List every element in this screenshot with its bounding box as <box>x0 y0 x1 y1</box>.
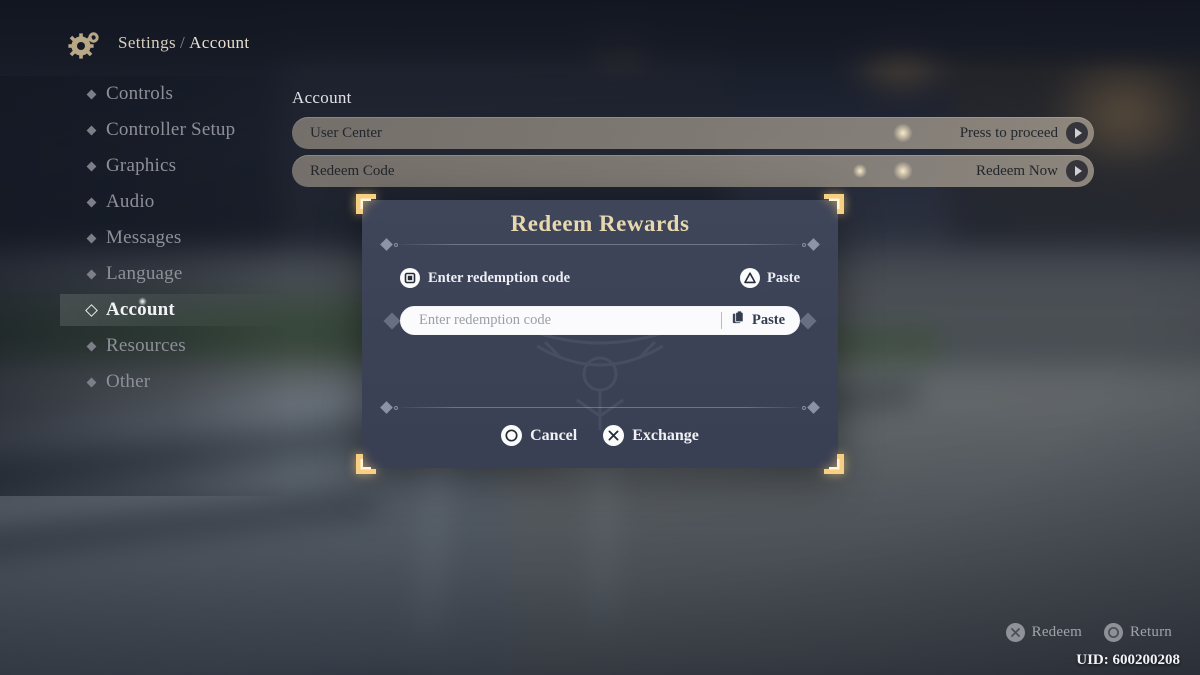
row-label: Redeem Code <box>310 162 395 179</box>
top-bar: Settings / Account <box>0 0 1200 72</box>
paste-hint[interactable]: Paste <box>739 268 800 288</box>
sidebar-item-label: Graphics <box>106 155 177 176</box>
sidebar-item-label: Audio <box>106 191 155 212</box>
sidebar-item-label: Controller Setup <box>106 119 236 140</box>
cross-button-icon <box>1005 623 1025 642</box>
status-action-label: Redeem <box>1031 624 1082 640</box>
row-value: Redeem Now <box>975 162 1058 179</box>
clipboard-icon <box>731 310 746 331</box>
account-panel: Account User Center Press to proceed Red… <box>292 88 1094 193</box>
sidebar-item-label: Other <box>106 371 151 392</box>
diamond-bullet-icon <box>86 89 97 99</box>
square-button-icon <box>400 268 420 288</box>
divider <box>720 312 722 329</box>
sidebar-item-audio[interactable]: Audio <box>0 184 290 220</box>
paste-button-label: Paste <box>751 312 785 328</box>
corner-ornament-icon <box>823 453 845 475</box>
diamond-bullet-icon <box>86 377 97 387</box>
sidebar-item-controller-setup[interactable]: Controller Setup <box>0 112 290 148</box>
diamond-bullet-icon <box>86 125 97 135</box>
diamond-bullet-icon <box>86 233 97 243</box>
sidebar-item-label: Language <box>106 263 183 284</box>
sparkle-icon <box>138 297 147 306</box>
sidebar-item-label: Resources <box>106 335 186 356</box>
breadcrumb-separator: / <box>180 33 186 52</box>
chevron-right-icon[interactable] <box>1066 122 1088 144</box>
dialog-title: Redeem Rewards <box>510 211 690 236</box>
cross-button-icon <box>603 425 625 446</box>
gear-icon <box>64 27 104 63</box>
breadcrumb-root[interactable]: Settings <box>118 33 176 52</box>
settings-row-user-center[interactable]: User Center Press to proceed <box>292 117 1094 149</box>
status-action-label: Return <box>1129 624 1172 640</box>
circle-button-icon <box>1103 623 1123 642</box>
sidebar-item-graphics[interactable]: Graphics <box>0 148 290 184</box>
corner-ornament-icon <box>355 453 377 475</box>
sidebar-item-resources[interactable]: Resources <box>0 328 290 364</box>
sidebar-item-account[interactable]: Account <box>0 292 290 328</box>
diamond-bullet-icon <box>86 341 97 351</box>
dialog-divider-bottom <box>380 401 820 414</box>
exchange-button-label: Exchange <box>632 426 699 444</box>
dialog-actions: Cancel Exchange <box>362 425 838 446</box>
field-diamond-decoration <box>383 312 401 329</box>
diamond-bullet-icon <box>85 303 98 317</box>
chevron-right-icon[interactable] <box>1066 160 1088 182</box>
sidebar-item-controls[interactable]: Controls <box>0 76 290 112</box>
settings-row-redeem-code[interactable]: Redeem Code Redeem Now <box>292 155 1094 187</box>
settings-screen: Settings / Account Controls Controller Set… <box>0 0 1200 675</box>
enter-code-hint-label: Enter redemption code <box>428 269 571 286</box>
diamond-bullet-icon <box>86 269 97 279</box>
search-input redemption-code-input[interactable] <box>419 312 717 329</box>
page-title: Account <box>292 88 352 107</box>
diamond-bullet-icon <box>86 197 97 207</box>
sidebar-item-messages[interactable]: Messages <box>0 220 290 256</box>
row-label: User Center <box>310 124 383 141</box>
sparkle-icon <box>892 160 914 182</box>
field-diamond-decoration <box>799 312 817 329</box>
paste-button[interactable]: Paste <box>731 310 795 331</box>
redeem-rewards-dialog: Redeem Rewards Enter redemption code Pas… <box>356 194 844 474</box>
enter-code-hint[interactable]: Enter redemption code <box>400 268 570 288</box>
status-action-return[interactable]: Return <box>1103 623 1172 642</box>
sparkle-icon <box>852 163 868 179</box>
settings-sidebar: Controls Controller Setup Graphics Audio… <box>0 76 290 496</box>
sidebar-item-label: Messages <box>106 227 182 248</box>
paste-hint-label: Paste <box>766 269 800 286</box>
breadcrumb: Settings / Account <box>118 33 250 53</box>
circle-button-icon <box>501 425 523 446</box>
cancel-button[interactable]: Cancel <box>501 425 577 446</box>
row-value: Press to proceed <box>959 124 1058 141</box>
status-action-redeem[interactable]: Redeem <box>1005 623 1082 642</box>
sidebar-item-label: Controls <box>106 83 174 104</box>
triangle-button-icon <box>739 268 760 288</box>
sidebar-item-other[interactable]: Other <box>0 364 290 400</box>
exchange-button[interactable]: Exchange <box>603 425 699 446</box>
cancel-button-label: Cancel <box>530 426 578 444</box>
bottom-status-bar: Redeem Return <box>1005 623 1172 642</box>
dialog-divider-top <box>380 238 820 251</box>
sidebar-item-language[interactable]: Language <box>0 256 290 292</box>
redemption-code-field-wrapper: Paste <box>383 306 817 335</box>
redemption-code-input-box[interactable]: Paste <box>400 306 800 335</box>
diamond-bullet-icon <box>86 161 97 171</box>
breadcrumb-current: Account <box>189 33 250 52</box>
dialog-hint-row: Enter redemption code Paste <box>400 268 800 288</box>
uid-label: UID: 600200208 <box>1076 652 1180 668</box>
sparkle-icon <box>892 122 914 144</box>
